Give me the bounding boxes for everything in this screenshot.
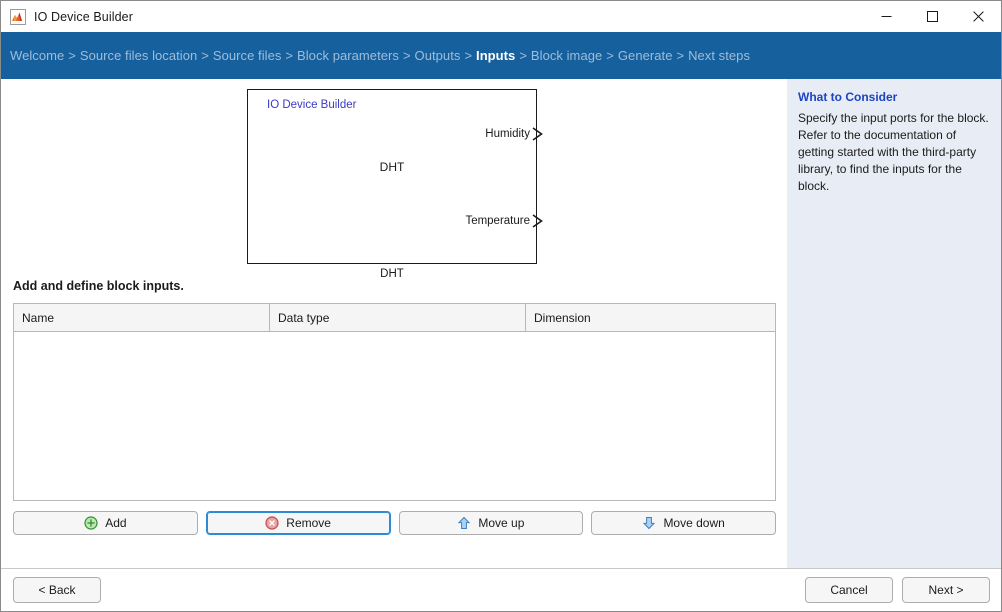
breadcrumb-separator: > [281, 48, 297, 63]
minimize-icon [881, 11, 892, 22]
inputs-table[interactable]: Name Data type Dimension [13, 303, 776, 501]
column-header-data-type[interactable]: Data type [270, 304, 526, 331]
column-header-dimension[interactable]: Dimension [526, 304, 775, 331]
breadcrumb-step-block-image[interactable]: Block image [531, 48, 602, 63]
back-button[interactable]: < Back [13, 577, 101, 603]
breadcrumb: Welcome > Source files location > Source… [1, 32, 1001, 79]
table-actions-toolbar: Add Remove Move up [1, 501, 787, 535]
output-port-humidity: Humidity [485, 128, 530, 140]
output-port-humidity-label: Humidity [485, 128, 530, 140]
output-port-temperature: Temperature [465, 215, 530, 227]
add-button[interactable]: Add [13, 511, 198, 535]
breadcrumb-step-generate[interactable]: Generate [618, 48, 673, 63]
matlab-membrane-icon [10, 9, 26, 25]
add-button-label: Add [105, 516, 126, 530]
move-down-button-label: Move down [663, 516, 724, 530]
column-header-name[interactable]: Name [14, 304, 270, 331]
breadcrumb-step-block-parameters[interactable]: Block parameters [297, 48, 399, 63]
arrow-up-icon [457, 516, 471, 530]
move-up-button[interactable]: Move up [399, 511, 584, 535]
block-body: IO Device Builder DHT Humidity Temperatu… [247, 89, 537, 264]
remove-circle-icon [265, 516, 279, 530]
arrow-down-icon [642, 516, 656, 530]
window-title: IO Device Builder [34, 10, 133, 24]
next-button[interactable]: Next > [902, 577, 990, 603]
remove-button[interactable]: Remove [206, 511, 391, 535]
remove-button-label: Remove [286, 516, 331, 530]
window-controls [863, 1, 1001, 32]
breadcrumb-separator: > [672, 48, 688, 63]
sidebar-title: What to Consider [798, 90, 989, 104]
breadcrumb-separator: > [399, 48, 415, 63]
wizard-footer: < Back Cancel Next > [1, 568, 1001, 611]
table-body-empty[interactable] [14, 332, 775, 500]
breadcrumb-step-welcome[interactable]: Welcome [10, 48, 64, 63]
content-area: IO Device Builder DHT Humidity Temperatu… [1, 79, 1001, 568]
port-arrow-icon [532, 127, 543, 141]
breadcrumb-separator: > [197, 48, 213, 63]
breadcrumb-separator: > [460, 48, 476, 63]
maximize-icon [927, 11, 938, 22]
block-diagram: IO Device Builder DHT Humidity Temperatu… [247, 89, 537, 280]
block-preview-area: IO Device Builder DHT Humidity Temperatu… [1, 79, 787, 279]
breadcrumb-separator: > [64, 48, 80, 63]
block-caption: DHT [247, 268, 537, 280]
add-circle-icon [84, 516, 98, 530]
breadcrumb-step-outputs[interactable]: Outputs [415, 48, 461, 63]
breadcrumb-step-next-steps[interactable]: Next steps [688, 48, 750, 63]
breadcrumb-separator: > [602, 48, 618, 63]
cancel-button[interactable]: Cancel [805, 577, 893, 603]
title-bar: IO Device Builder [1, 1, 1001, 32]
table-header-row: Name Data type Dimension [14, 304, 775, 332]
footer-right-buttons: Cancel Next > [805, 577, 990, 603]
minimize-button[interactable] [863, 1, 909, 32]
block-center-label: DHT [248, 160, 536, 174]
close-icon [973, 11, 984, 22]
close-button[interactable] [955, 1, 1001, 32]
move-up-button-label: Move up [478, 516, 524, 530]
block-tag-label: IO Device Builder [267, 99, 356, 111]
breadcrumb-separator: > [515, 48, 531, 63]
instruction-text: Add and define block inputs. [1, 279, 787, 303]
output-port-temperature-label: Temperature [465, 215, 530, 227]
sidebar-body-text: Specify the input ports for the block. R… [798, 110, 989, 195]
breadcrumb-step-source-files[interactable]: Source files [213, 48, 282, 63]
move-down-button[interactable]: Move down [591, 511, 776, 535]
breadcrumb-step-source-files-location[interactable]: Source files location [80, 48, 197, 63]
what-to-consider-panel: What to Consider Specify the input ports… [787, 79, 1001, 568]
io-device-builder-window: IO Device Builder Welcome > [0, 0, 1002, 612]
maximize-button[interactable] [909, 1, 955, 32]
port-arrow-icon [532, 214, 543, 228]
breadcrumb-step-inputs[interactable]: Inputs [476, 48, 515, 63]
main-panel: IO Device Builder DHT Humidity Temperatu… [1, 79, 787, 568]
